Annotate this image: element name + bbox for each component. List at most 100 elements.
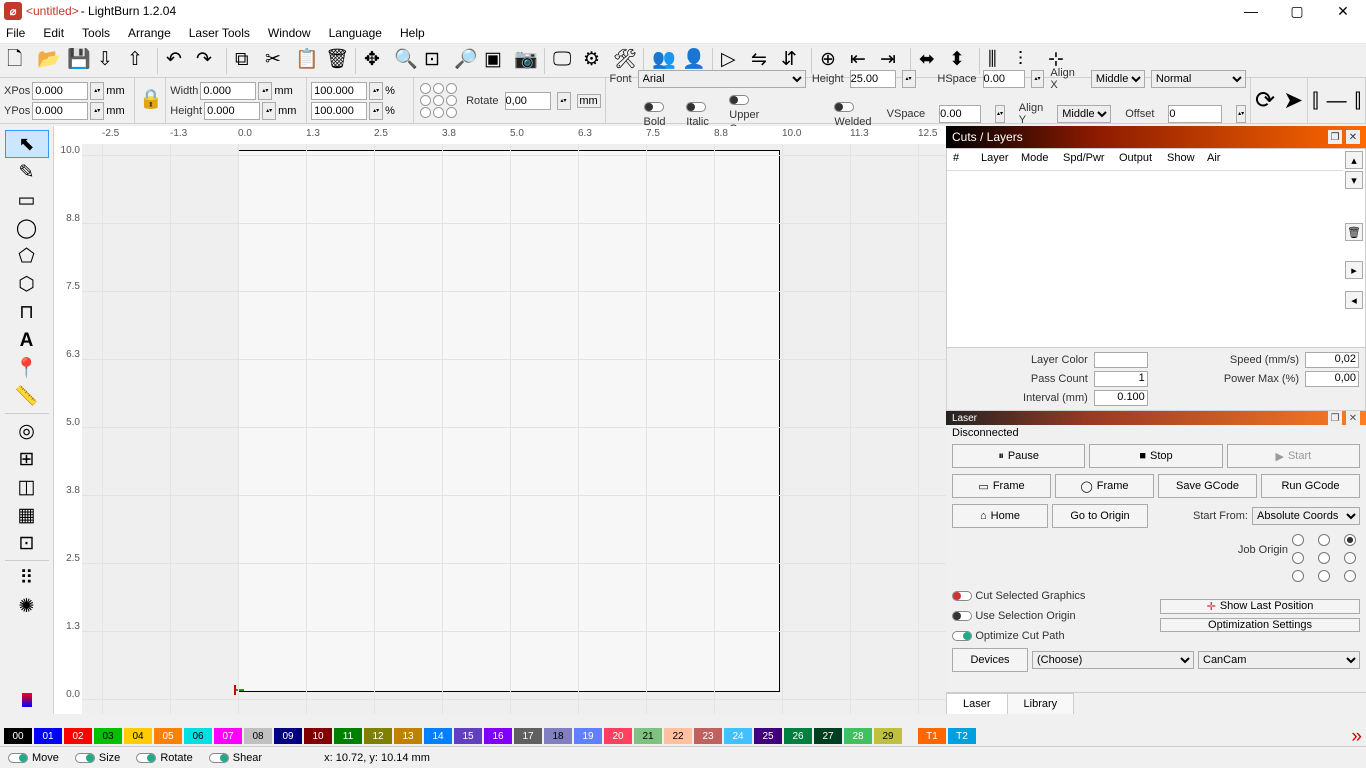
palette-swatch[interactable]: 20 [604,728,632,744]
palette-tool-swatch[interactable]: T1 [918,728,946,744]
palette-swatch[interactable]: 15 [454,728,482,744]
measure-tool[interactable]: 📏 [5,382,49,410]
array-tool[interactable]: ▦ [5,501,49,529]
menu-window[interactable]: Window [268,26,311,40]
boolean-tool[interactable]: ◫ [5,473,49,501]
palette-swatch[interactable]: 16 [484,728,512,744]
menu-file[interactable]: File [6,26,25,40]
close-panel-icon[interactable]: ✕ [1346,411,1360,425]
tab-library[interactable]: Library [1007,693,1075,714]
palette-swatch[interactable]: 26 [784,728,812,744]
palette-swatch[interactable]: 03 [94,728,122,744]
width-input[interactable] [200,82,256,100]
power-max-input[interactable]: 0,00 [1305,371,1359,387]
position-tool[interactable]: 📍 [5,354,49,382]
open-icon[interactable]: 📂 [34,47,62,75]
minimize-button[interactable]: — [1228,0,1274,22]
scale-x-input[interactable] [311,82,367,100]
import-icon[interactable]: ⇩ [94,47,122,75]
rotate-input[interactable] [505,92,551,110]
menu-tools[interactable]: Tools [82,26,110,40]
canvas[interactable] [82,144,946,714]
palette-swatch[interactable]: 05 [154,728,182,744]
delete-icon[interactable]: 🗑 [322,47,350,75]
optimize-cut-path-toggle[interactable] [952,631,972,641]
ypos-input[interactable] [32,102,88,120]
cut-selected-toggle[interactable] [952,591,972,601]
height-input[interactable] [204,102,260,120]
zoom-out-icon[interactable]: 🔎 [451,47,479,75]
save-gcode-button[interactable]: Save GCode [1158,474,1257,498]
palette-swatch[interactable]: 04 [124,728,152,744]
export-icon[interactable]: ⇧ [124,47,152,75]
palette-swatch[interactable]: 24 [724,728,752,744]
polygon-tool[interactable]: ⬠ [5,242,49,270]
devices-button[interactable]: Devices [952,648,1028,672]
palette-swatch[interactable]: 28 [844,728,872,744]
palette-swatch[interactable]: 19 [574,728,602,744]
show-last-position-button[interactable]: ✛Show Last Position [1160,599,1360,614]
menu-language[interactable]: Language [329,26,382,40]
alignx-select[interactable]: Middle [1091,70,1145,88]
vspace-input[interactable] [939,105,981,123]
palette-swatch[interactable]: 17 [514,728,542,744]
undo-icon[interactable]: ↶ [163,47,191,75]
palette-swatch[interactable]: 07 [214,728,242,744]
anchor-grid[interactable] [418,81,460,120]
cuts-layers-header[interactable]: Cuts / Layers ❐✕ [946,126,1366,148]
palette-swatch[interactable]: 00 [4,728,32,744]
select-tool[interactable]: ⬉ [5,130,49,158]
device-select[interactable]: CanCam [1198,651,1360,669]
speed-input[interactable]: 0,02 [1305,352,1359,368]
pan-icon[interactable]: ✥ [361,47,389,75]
stop-button[interactable]: ■Stop [1089,444,1222,468]
rotate-toggle[interactable] [136,753,156,763]
device-choose-select[interactable]: (Choose) [1032,651,1194,669]
bold-toggle[interactable] [644,102,664,112]
font-height-input[interactable] [850,70,896,88]
start-button[interactable]: ▶Start [1227,444,1360,468]
pause-button[interactable]: ⏸Pause [952,444,1085,468]
spin-icon[interactable]: ▴▾ [90,82,104,100]
zoom-in-icon[interactable]: 🔍 [391,47,419,75]
palette-swatch[interactable]: 29 [874,728,902,744]
palette-swatch[interactable]: 13 [394,728,422,744]
save-icon[interactable]: 💾 [64,47,92,75]
text-tool[interactable]: A [5,326,49,354]
camera-icon[interactable]: 📷 [511,47,539,75]
menu-laser-tools[interactable]: Laser Tools [189,26,250,40]
ellipse-tool[interactable]: ◯ [5,214,49,242]
xpos-input[interactable] [32,82,88,100]
palette-swatch[interactable]: 01 [34,728,62,744]
offset-input[interactable] [1168,105,1222,123]
menu-edit[interactable]: Edit [43,26,64,40]
lock-icon[interactable]: 🔒 [139,90,161,112]
run-gcode-button[interactable]: Run GCode [1261,474,1360,498]
gear-icon[interactable]: ⚙ [580,47,608,75]
palette-swatch[interactable]: 10 [304,728,332,744]
layer-right-button[interactable]: ▸ [1345,261,1363,279]
interval-input[interactable]: 0.100 [1094,390,1148,406]
palette-swatch[interactable]: 06 [184,728,212,744]
job-origin-grid[interactable] [1292,534,1360,582]
preview-icon[interactable]: 🖵 [550,47,578,75]
start-from-select[interactable]: Absolute Coords [1252,507,1360,525]
edit-nodes-tool[interactable]: ⊓ [5,298,49,326]
welded-toggle[interactable] [834,102,854,112]
palette-swatch[interactable]: 14 [424,728,452,744]
shear-toggle[interactable] [209,753,229,763]
float-icon[interactable]: ❐ [1328,411,1342,425]
tab-laser[interactable]: Laser [946,693,1008,714]
align-h-icon[interactable]: — [1327,91,1347,111]
layer-down-button[interactable]: ▾ [1345,171,1363,189]
size-toggle[interactable] [75,753,95,763]
draw-tool[interactable]: ✎ [5,158,49,186]
palette-swatch[interactable]: 12 [364,728,392,744]
layer-color-swatch[interactable] [1094,352,1148,368]
palette-swatch[interactable]: 22 [664,728,692,744]
palette-tool-swatch[interactable]: T2 [948,728,976,744]
spin-icon[interactable]: ▴▾ [90,102,104,120]
palette-swatch[interactable]: 09 [274,728,302,744]
align-v-icon[interactable]: ⫿ [1312,91,1318,111]
aligny-select[interactable]: Middle [1057,105,1111,123]
